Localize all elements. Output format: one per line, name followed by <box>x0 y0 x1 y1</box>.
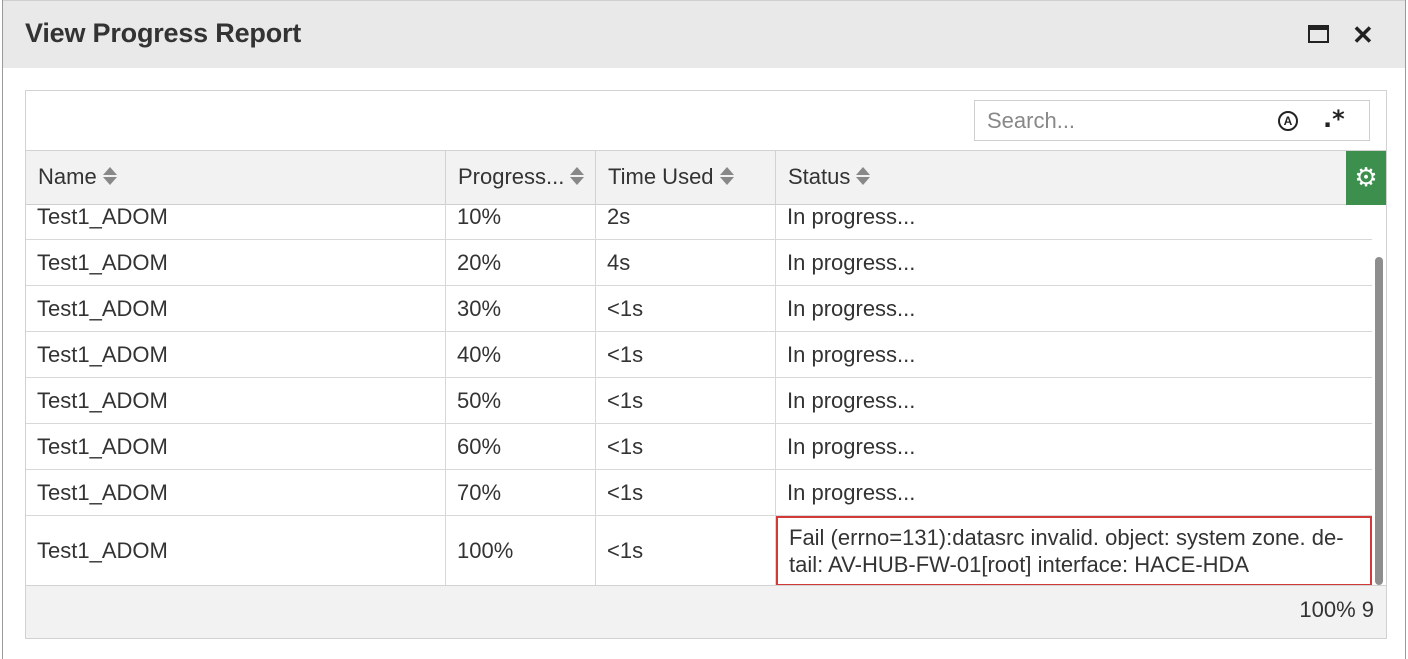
cell-name: Test1_ADOM <box>26 240 446 285</box>
cell-status: In progress... <box>787 341 916 367</box>
cell-status: In progress... <box>787 479 916 505</box>
cell-progress: 30% <box>446 286 596 331</box>
table-row[interactable]: Test1_ADOM 50% <1s In progress... <box>26 378 1372 424</box>
cell-progress: 70% <box>446 470 596 515</box>
gear-icon[interactable]: ⚙ <box>1346 151 1386 205</box>
cell-name: Test1_ADOM <box>26 378 446 423</box>
cell-name: Test1_ADOM <box>26 286 446 331</box>
dialog-title: View Progress Report <box>25 18 302 48</box>
cell-progress: 60% <box>446 424 596 469</box>
column-header-time-used[interactable]: Time Used <box>596 151 776 205</box>
cell-time-used: <1s <box>596 286 776 331</box>
cell-name: Test1_ADOM <box>26 470 446 515</box>
dialog-titlebar: View Progress Report ✕ <box>3 0 1405 68</box>
cell-time-used: 2s <box>596 205 776 239</box>
scrollbar-thumb[interactable] <box>1375 257 1383 585</box>
cell-time-used: 4s <box>596 240 776 285</box>
column-header-status[interactable]: Status <box>776 151 1346 205</box>
cell-progress: 10% <box>446 205 596 239</box>
report-panel: A .* Name Progress... Time Used Status ⚙… <box>25 90 1387 639</box>
table-header: Name Progress... Time Used Status ⚙ <box>26 150 1386 205</box>
cell-name: Test1_ADOM <box>26 424 446 469</box>
cell-time-used: <1s <box>596 378 776 423</box>
sort-icon <box>102 166 117 186</box>
table-row[interactable]: Test1_ADOM 30% <1s In progress... <box>26 286 1372 332</box>
table-row[interactable]: Test1_ADOM 70% <1s In progress... <box>26 470 1372 516</box>
cell-progress: 100% <box>446 516 596 585</box>
table-toolbar: A .* <box>26 91 1386 150</box>
cell-status: In progress... <box>787 205 916 229</box>
cell-time-used: <1s <box>596 470 776 515</box>
cell-progress: 40% <box>446 332 596 377</box>
regex-icon[interactable]: .* <box>1323 105 1345 133</box>
table-row[interactable]: Test1_ADOM 60% <1s In progress... <box>26 424 1372 470</box>
table-row[interactable]: Test1_ADOM 100% <1s Fail (errno=131):dat… <box>26 516 1372 585</box>
cell-progress: 50% <box>446 378 596 423</box>
table-footer: 100% 9 <box>26 585 1386 638</box>
cell-status: In progress... <box>787 433 916 459</box>
table-row[interactable]: Test1_ADOM 40% <1s In progress... <box>26 332 1372 378</box>
search-box: A .* <box>974 100 1370 141</box>
sort-icon <box>570 166 585 186</box>
cell-status-error: Fail (errno=131):datasrc invalid. object… <box>776 516 1372 585</box>
cell-status: In progress... <box>787 295 916 321</box>
table-body: Test1_ADOM 10% 2s In progress... Test1_A… <box>26 205 1372 585</box>
sort-icon <box>719 166 734 186</box>
close-icon[interactable]: ✕ <box>1350 20 1374 50</box>
cell-status: In progress... <box>787 387 916 413</box>
footer-summary: 100% 9 <box>1299 597 1374 622</box>
cell-time-used: <1s <box>596 424 776 469</box>
cell-status: In progress... <box>787 249 916 275</box>
table-row[interactable]: Test1_ADOM 10% 2s In progress... <box>26 205 1372 240</box>
cell-time-used: <1s <box>596 516 776 585</box>
table-row[interactable]: Test1_ADOM 20% 4s In progress... <box>26 240 1372 286</box>
window-maximize-icon[interactable] <box>1307 23 1331 47</box>
cell-name: Test1_ADOM <box>26 205 446 239</box>
column-header-progress[interactable]: Progress... <box>446 151 596 205</box>
column-header-name[interactable]: Name <box>26 151 446 205</box>
cell-progress: 20% <box>446 240 596 285</box>
search-input[interactable] <box>975 101 1265 140</box>
a-circle-icon[interactable]: A <box>1278 111 1298 131</box>
vertical-scrollbar[interactable] <box>1372 205 1386 585</box>
cell-name: Test1_ADOM <box>26 332 446 377</box>
sort-icon <box>856 166 871 186</box>
cell-name: Test1_ADOM <box>26 516 446 585</box>
cell-time-used: <1s <box>596 332 776 377</box>
progress-report-dialog: View Progress Report ✕ A .* Name Progres… <box>2 0 1406 659</box>
